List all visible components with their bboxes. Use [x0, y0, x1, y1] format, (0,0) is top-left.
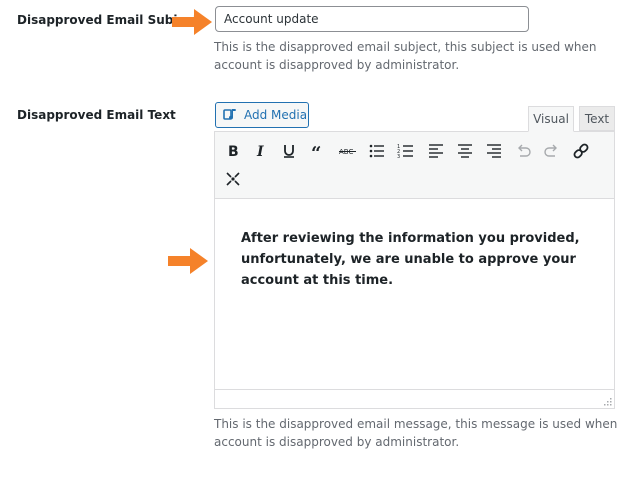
svg-text:I: I	[256, 144, 264, 160]
undo-icon[interactable]	[512, 140, 534, 162]
align-right-icon[interactable]	[483, 140, 505, 162]
blockquote-icon[interactable]: “	[308, 140, 330, 162]
bulleted-list-icon[interactable]	[366, 140, 388, 162]
orange-arrow-icon	[168, 248, 208, 274]
editor-content[interactable]: After reviewing the information you prov…	[241, 228, 591, 291]
email-text-field-label: Disapproved Email Text	[17, 108, 176, 122]
editor-toolbar: B I “ ABC 123	[215, 132, 614, 199]
fullscreen-icon[interactable]	[222, 168, 244, 190]
strikethrough-icon[interactable]: ABC	[337, 140, 359, 162]
subject-description: This is the disapproved email subject, t…	[214, 40, 597, 72]
insert-link-icon[interactable]	[570, 140, 592, 162]
media-icon	[223, 109, 236, 120]
subject-input[interactable]	[215, 6, 529, 32]
resize-handle-icon[interactable]	[602, 396, 612, 406]
redo-icon[interactable]	[541, 140, 563, 162]
bold-icon[interactable]: B	[222, 140, 244, 162]
tab-text[interactable]: Text	[579, 106, 615, 131]
svg-text:B: B	[228, 144, 239, 160]
svg-text:“: “	[311, 143, 321, 160]
orange-arrow-icon	[172, 9, 212, 35]
tab-visual[interactable]: Visual	[528, 106, 574, 132]
svg-text:3: 3	[397, 154, 400, 160]
italic-icon[interactable]: I	[250, 140, 272, 162]
align-left-icon[interactable]	[425, 140, 447, 162]
add-media-button[interactable]: Add Media	[215, 102, 309, 128]
numbered-list-icon[interactable]: 123	[395, 140, 417, 162]
align-center-icon[interactable]	[454, 140, 476, 162]
editor: B I “ ABC 123 After reviewing the inform…	[214, 131, 615, 409]
editor-statusbar	[215, 389, 614, 408]
underline-icon[interactable]	[278, 140, 300, 162]
svg-text:ABC: ABC	[339, 148, 353, 156]
email-text-description: This is the disapproved email message, t…	[214, 417, 618, 449]
add-media-label: Add Media	[244, 108, 308, 122]
